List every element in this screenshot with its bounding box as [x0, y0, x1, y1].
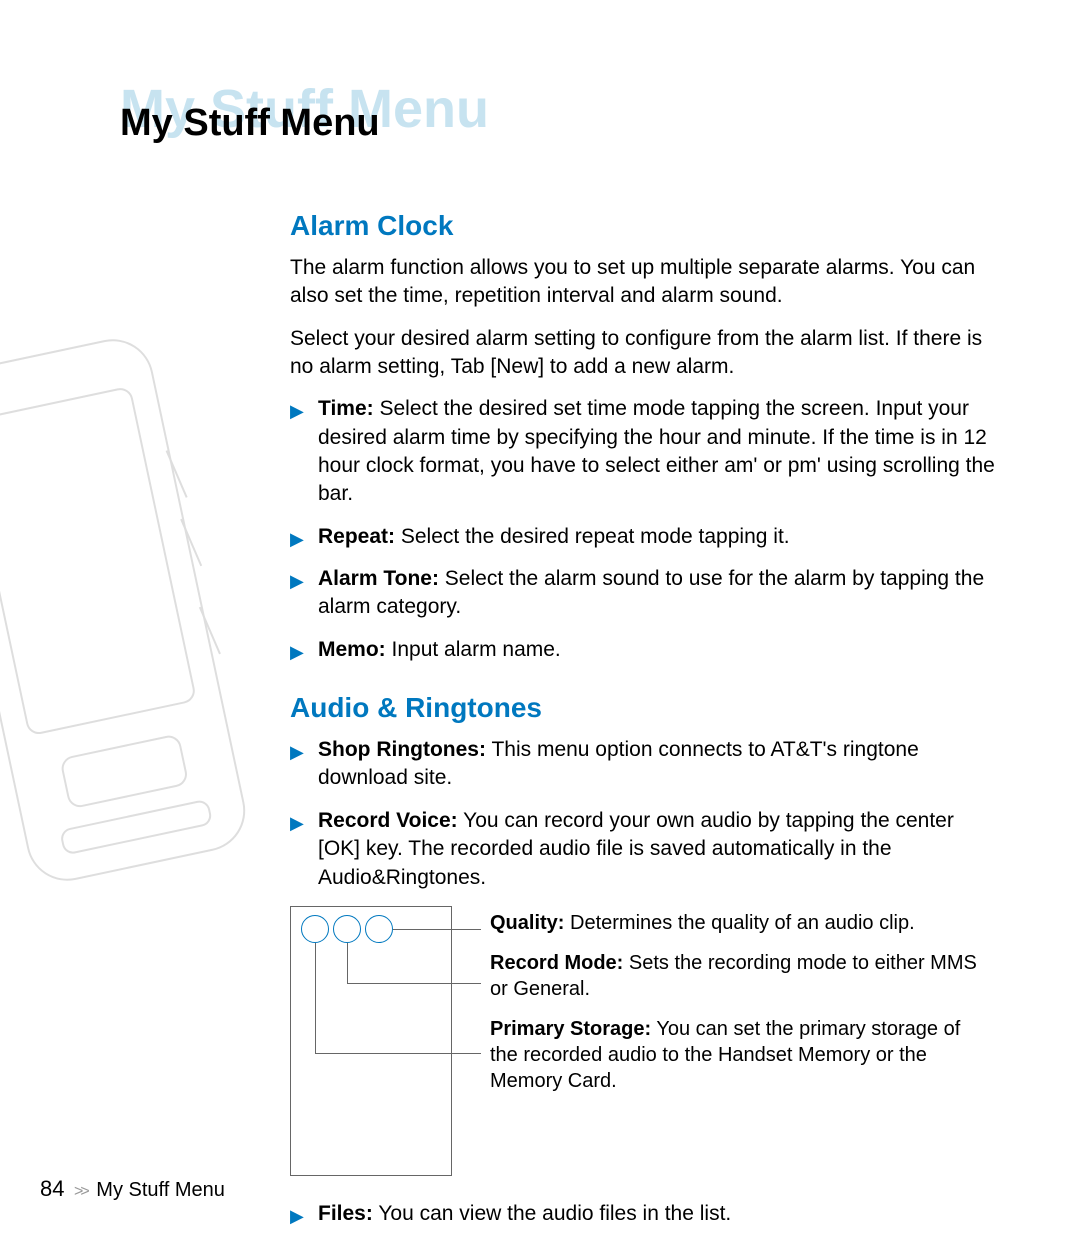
bullet-text: You can view the audio files in the list… [373, 1202, 731, 1225]
diagram-circle-2 [333, 915, 361, 943]
diagram-circle-3 [365, 915, 393, 943]
diagram-circle-1 [301, 915, 329, 943]
diagram-screen-rect [290, 906, 452, 1176]
footer-section-name: My Stuff Menu [96, 1179, 225, 1201]
diagram-connector [347, 943, 348, 983]
bullet-alarm-tone: ▶ Alarm Tone: Select the alarm sound to … [290, 565, 1000, 622]
phone-illustration [0, 330, 260, 930]
bullet-text: Input alarm name. [386, 638, 561, 661]
bullet-shop-ringtones: ▶ Shop Ringtones: This menu option conne… [290, 736, 1000, 793]
page-title-block: My Stuff Menu My Stuff Menu [120, 78, 489, 140]
diagram-label-title: Record Mode: [490, 952, 623, 974]
record-voice-diagram: Quality: Determines the quality of an au… [290, 906, 1000, 1186]
bullet-time: ▶ Time: Select the desired set time mode… [290, 395, 1000, 508]
page-footer: 84 >> My Stuff Menu [40, 1176, 225, 1202]
diagram-connector [315, 943, 316, 1053]
para-alarm-1: The alarm function allows you to set up … [290, 254, 1000, 311]
bullet-label: Time: [318, 397, 374, 420]
diagram-label-title: Primary Storage: [490, 1018, 651, 1040]
arrow-icon: ▶ [290, 1204, 304, 1228]
diagram-label-quality: Quality: Determines the quality of an au… [490, 910, 990, 936]
diagram-labels: Quality: Determines the quality of an au… [490, 910, 990, 1108]
diagram-label-text: Determines the quality of an audio clip. [564, 912, 914, 934]
bullet-files: ▶ Files: You can view the audio files in… [290, 1200, 1000, 1228]
page-number: 84 [40, 1176, 64, 1201]
bullet-repeat: ▶ Repeat: Select the desired repeat mode… [290, 523, 1000, 551]
bullet-label: Memo: [318, 638, 386, 661]
bullet-label: Repeat: [318, 525, 395, 548]
diagram-label-primary-storage: Primary Storage: You can set the primary… [490, 1016, 990, 1094]
arrow-icon: ▶ [290, 399, 304, 423]
section-audio: Audio & Ringtones ▶ Shop Ringtones: This… [290, 692, 1000, 1228]
diagram-connector [393, 929, 481, 930]
arrow-icon: ▶ [290, 811, 304, 835]
diagram-connector [347, 983, 481, 984]
bullet-memo: ▶ Memo: Input alarm name. [290, 636, 1000, 664]
bullet-label: Alarm Tone: [318, 567, 439, 590]
bullet-label: Shop Ringtones: [318, 738, 486, 761]
arrow-icon: ▶ [290, 527, 304, 551]
bullet-label: Files: [318, 1202, 373, 1225]
diagram-connector [315, 1053, 481, 1054]
heading-audio-ringtones: Audio & Ringtones [290, 692, 1000, 724]
bullet-record-voice: ▶ Record Voice: You can record your own … [290, 807, 1000, 892]
arrow-icon: ▶ [290, 569, 304, 593]
heading-alarm-clock: Alarm Clock [290, 210, 1000, 242]
bullet-text: Select the desired repeat mode tapping i… [395, 525, 790, 548]
diagram-label-record-mode: Record Mode: Sets the recording mode to … [490, 950, 990, 1002]
arrow-icon: ▶ [290, 640, 304, 664]
content-area: Alarm Clock The alarm function allows yo… [290, 210, 1000, 1242]
bullet-text: Select the desired set time mode tapping… [318, 397, 995, 505]
page-title: My Stuff Menu [120, 102, 380, 145]
footer-chevron-icon: >> [74, 1183, 87, 1200]
para-alarm-2: Select your desired alarm setting to con… [290, 325, 1000, 382]
diagram-label-title: Quality: [490, 912, 564, 934]
bullet-label: Record Voice: [318, 809, 458, 832]
arrow-icon: ▶ [290, 740, 304, 764]
